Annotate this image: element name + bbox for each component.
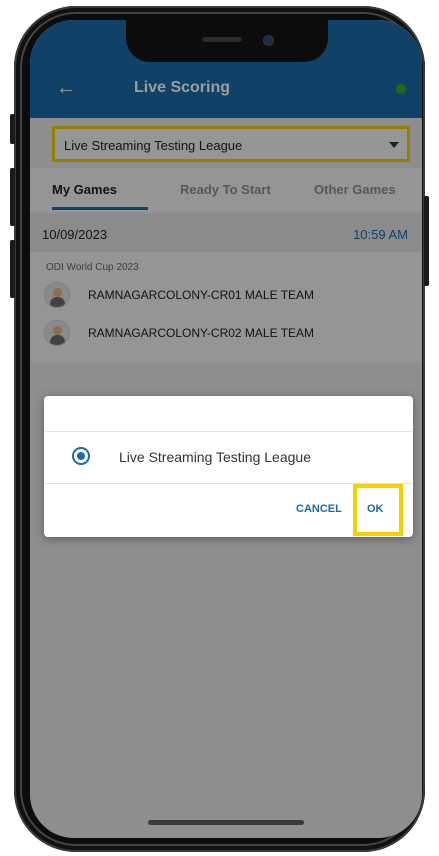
ok-button-highlight: OK (353, 484, 403, 536)
camera-icon (263, 35, 274, 46)
silent-switch (10, 114, 15, 144)
radio-button-selected[interactable] (72, 447, 90, 465)
notch (126, 20, 328, 62)
ok-button[interactable]: OK (367, 503, 384, 515)
radio-dot (77, 452, 85, 460)
cancel-button[interactable]: CANCEL (296, 503, 342, 515)
dialog-divider-top (44, 431, 413, 432)
phone-screen: ← Live Scoring Live Streaming Testing Le… (30, 20, 422, 838)
league-select-dialog: Live Streaming Testing League CANCEL OK (44, 396, 413, 537)
volume-up-button (10, 168, 15, 226)
volume-down-button (10, 240, 15, 298)
home-indicator (148, 820, 304, 825)
power-button (424, 196, 429, 286)
speaker (202, 37, 242, 42)
league-option-label[interactable]: Live Streaming Testing League (119, 449, 311, 465)
